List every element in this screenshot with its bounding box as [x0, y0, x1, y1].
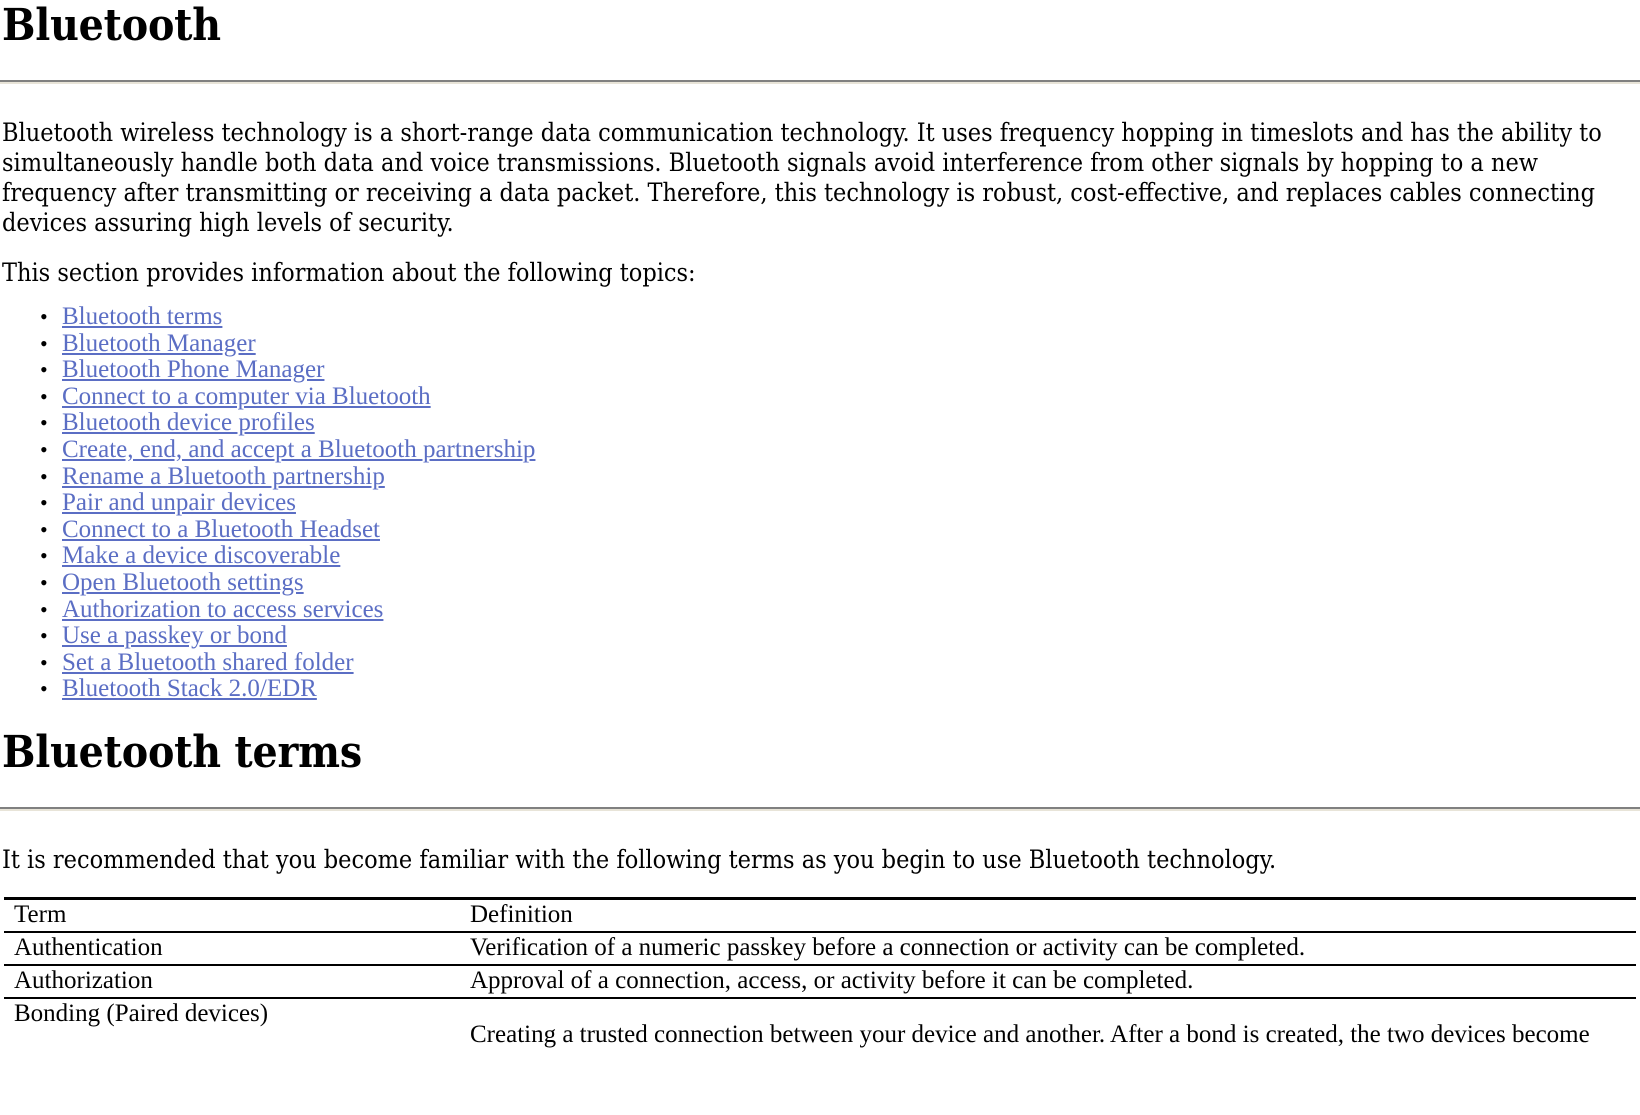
topic-link-connect-to-computer[interactable]: Connect to a computer via Bluetooth [62, 383, 431, 410]
cell-definition: Verification of a numeric passkey before… [460, 931, 1636, 966]
topics-intro-paragraph: This section provides information about … [2, 258, 696, 287]
list-item: Bluetooth Phone Manager [40, 356, 1640, 384]
list-item: Bluetooth terms [40, 303, 1640, 331]
list-item: Open Bluetooth settings [40, 569, 1640, 597]
intro-paragraph: Bluetooth wireless technology is a short… [2, 118, 1602, 237]
topic-link-device-profiles[interactable]: Bluetooth device profiles [62, 409, 315, 437]
section-title-bluetooth-terms: Bluetooth terms [2, 726, 362, 778]
terms-table: Term Definition Authentication Verificat… [4, 896, 1636, 1051]
table-header-row: Term Definition [4, 898, 1636, 933]
table-header: Term Definition [4, 898, 1636, 933]
topic-link-shared-folder[interactable]: Set a Bluetooth shared folder [62, 649, 354, 676]
topic-link-open-settings[interactable]: Open Bluetooth settings [62, 569, 304, 596]
topic-link-stack-2-0-edr[interactable]: Bluetooth Stack 2.0/EDR [62, 675, 317, 703]
list-item: Create, end, and accept a Bluetooth part… [40, 436, 1640, 464]
list-item: Authorization to access services [40, 596, 1640, 624]
topic-link-bluetooth-terms[interactable]: Bluetooth terms [62, 303, 222, 330]
topic-link-authorization-services[interactable]: Authorization to access services [62, 596, 383, 623]
list-item: Use a passkey or bond [40, 622, 1640, 650]
topic-link-make-discoverable[interactable]: Make a device discoverable [62, 542, 340, 570]
list-item: Connect to a computer via Bluetooth [40, 383, 1640, 411]
column-header-definition: Definition [460, 898, 1636, 933]
topic-link-bluetooth-phone-manager[interactable]: Bluetooth Phone Manager [62, 356, 324, 383]
cell-definition: Approval of a connection, access, or act… [460, 964, 1636, 999]
topic-link-bluetooth-manager[interactable]: Bluetooth Manager [62, 330, 256, 357]
table-row: Bonding (Paired devices) Creating a trus… [4, 998, 1636, 1051]
cell-definition: Creating a trusted connection between yo… [470, 1020, 1590, 1048]
terms-intro-paragraph: It is recommended that you become famili… [2, 844, 1277, 874]
section-bluetooth: Bluetooth [0, 0, 1640, 84]
list-item: Bluetooth device profiles [40, 410, 1640, 437]
table-row: Authentication Verification of a numeric… [4, 931, 1636, 966]
topic-link-rename-partnership[interactable]: Rename a Bluetooth partnership [62, 463, 385, 490]
column-header-term: Term [4, 898, 460, 933]
topic-link-pair-unpair-devices[interactable]: Pair and unpair devices [62, 489, 296, 516]
topic-link-passkey-or-bond[interactable]: Use a passkey or bond [62, 622, 287, 649]
list-item: Connect to a Bluetooth Headset [40, 516, 1640, 544]
list-item: Bluetooth Stack 2.0/EDR [40, 676, 1640, 703]
list-item: Bluetooth Manager [40, 330, 1640, 358]
section-bluetooth-terms: Bluetooth terms [0, 703, 1640, 811]
cell-term: Authorization [4, 964, 460, 999]
topic-link-connect-headset[interactable]: Connect to a Bluetooth Headset [62, 516, 380, 543]
table-body: Authentication Verification of a numeric… [4, 931, 1636, 1051]
document-page: Bluetooth Bluetooth wireless technology … [0, 0, 1640, 1115]
list-item: Rename a Bluetooth partnership [40, 463, 1640, 491]
topic-link-list: Bluetooth terms Bluetooth Manager Blueto… [0, 303, 1640, 703]
list-item: Pair and unpair devices [40, 489, 1640, 517]
table-row: Authorization Approval of a connection, … [4, 964, 1636, 999]
list-item: Make a device discoverable [40, 543, 1640, 570]
topic-link-create-end-accept-partnership[interactable]: Create, end, and accept a Bluetooth part… [62, 436, 535, 463]
cell-term: Bonding (Paired devices) [14, 999, 269, 1027]
page-title: Bluetooth [2, 0, 221, 51]
list-item: Set a Bluetooth shared folder [40, 649, 1640, 677]
cell-term: Authentication [4, 931, 460, 966]
